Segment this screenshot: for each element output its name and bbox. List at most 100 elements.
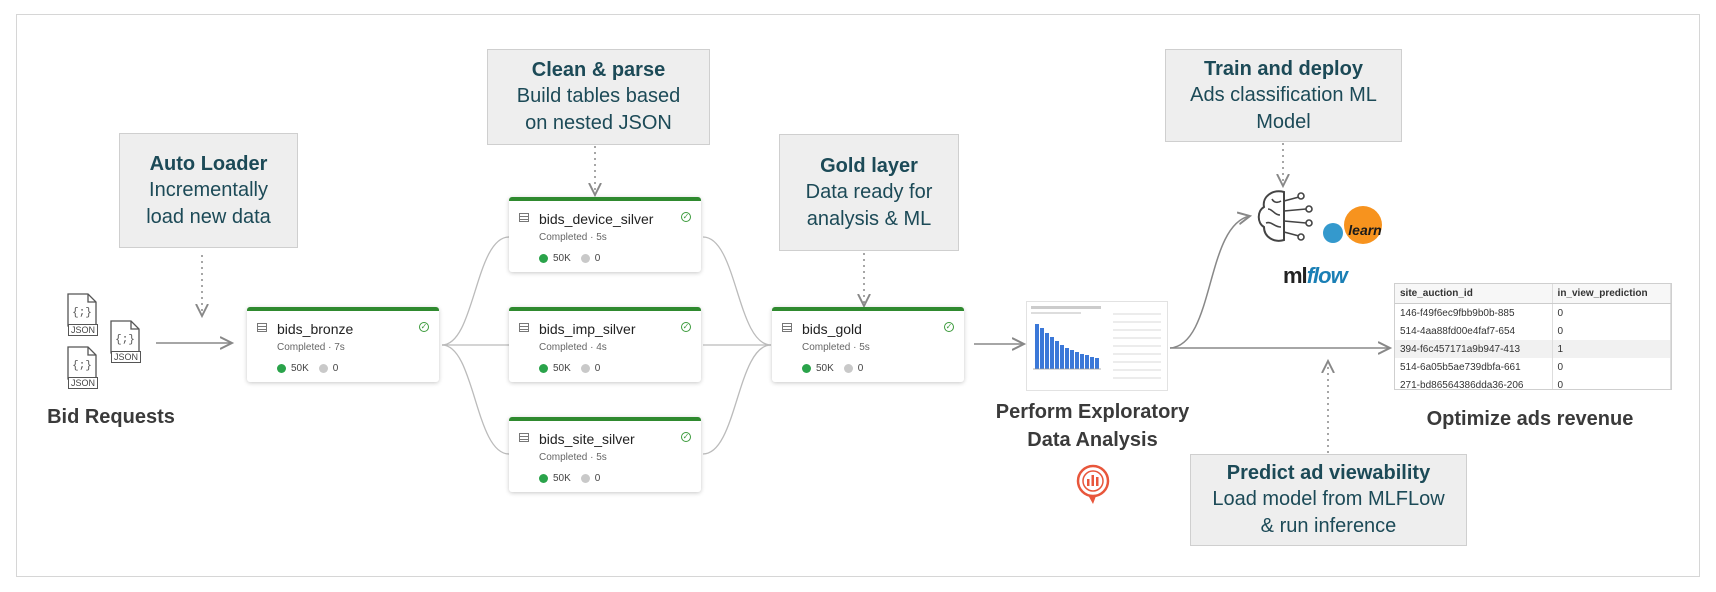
gold-layer-callout: Gold layer Data ready for analysis & ML xyxy=(779,134,959,251)
train-deploy-desc: Ads classification ML Model xyxy=(1190,83,1377,133)
fail-dot-icon xyxy=(318,364,328,373)
json-label: JSON xyxy=(68,377,98,389)
table-cell: 514-4aa88fd00e4faf7-654 xyxy=(1395,322,1553,340)
ok-count: 50K xyxy=(553,363,571,374)
autoloader-desc: Incrementally load new data xyxy=(146,178,271,228)
table-cell: 0 xyxy=(1552,303,1671,322)
success-dot-icon xyxy=(539,364,548,373)
table-row: 394-f6c457171a9b947-413 1 xyxy=(1395,340,1671,358)
fail-count: 0 xyxy=(332,363,339,374)
clean-parse-callout: Clean & parse Build tables based on nest… xyxy=(487,49,710,145)
node-name: bids_bronze xyxy=(277,321,354,337)
svg-text:{;}: {;} xyxy=(72,307,92,319)
fail-dot-icon xyxy=(580,364,590,373)
table-icon xyxy=(519,433,529,442)
node-bids-gold[interactable]: bids_gold ✓ Completed · 5s 50K 0 xyxy=(772,307,964,382)
check-icon: ✓ xyxy=(681,212,691,222)
table-icon xyxy=(782,323,792,332)
check-icon: ✓ xyxy=(681,432,691,442)
node-counts: 50K 0 xyxy=(539,473,600,484)
table-cell: 0 xyxy=(1552,358,1671,376)
eda-label: Perform Exploratory Data Analysis xyxy=(995,401,1190,451)
success-dot-icon xyxy=(539,254,548,263)
table-icon xyxy=(519,213,529,222)
fail-dot-icon xyxy=(580,474,590,483)
ok-count: 50K xyxy=(816,363,834,374)
redash-icon xyxy=(1074,464,1112,506)
fail-count: 0 xyxy=(594,363,601,374)
node-bids-bronze[interactable]: bids_bronze ✓ Completed · 7s 50K 0 xyxy=(247,307,439,382)
svg-text:{;}: {;} xyxy=(72,360,92,372)
fail-count: 0 xyxy=(594,253,601,264)
node-bids-imp-silver[interactable]: bids_imp_silver ✓ Completed · 4s 50K 0 xyxy=(509,307,701,382)
success-dot-icon xyxy=(277,364,286,373)
table-row: 514-6a05b5ae739dbfa-661 0 xyxy=(1395,358,1671,376)
table-row: 146-f49f6ec9fbb9b0b-885 0 xyxy=(1395,303,1671,322)
mlflow-ml: ml xyxy=(1283,263,1308,288)
fail-dot-icon xyxy=(843,364,853,373)
node-status: Completed · 5s xyxy=(539,452,607,463)
node-name: bids_gold xyxy=(802,321,862,337)
success-dot-icon xyxy=(802,364,811,373)
bronze-device-edge xyxy=(441,236,510,346)
node-bids-device-silver[interactable]: bids_device_silver ✓ Completed · 5s 50K 0 xyxy=(509,197,701,272)
node-status: Completed · 4s xyxy=(539,342,607,353)
ok-count: 50K xyxy=(291,363,309,374)
check-icon: ✓ xyxy=(681,322,691,332)
gold-layer-desc: Data ready for analysis & ML xyxy=(805,180,933,230)
column-header[interactable]: in_view_prediction xyxy=(1552,284,1671,304)
sklearn-text: learn xyxy=(1348,222,1381,238)
svg-text:{;}: {;} xyxy=(115,334,135,346)
train-deploy-callout: Train and deploy Ads classification ML M… xyxy=(1165,49,1402,142)
prediction-results-table[interactable]: site_auction_id in_view_prediction 146-f… xyxy=(1394,283,1672,390)
ok-count: 50K xyxy=(553,253,571,264)
sklearn-logo-icon: learn xyxy=(1321,205,1387,247)
node-bids-site-silver[interactable]: bids_site_silver ✓ Completed · 5s 50K 0 xyxy=(509,417,701,492)
autoloader-title: Auto Loader xyxy=(149,152,268,175)
check-icon: ✓ xyxy=(419,322,429,332)
check-icon: ✓ xyxy=(944,322,954,332)
json-file-icon: {;} JSON xyxy=(109,320,141,363)
node-status: Completed · 5s xyxy=(802,342,870,353)
json-label: JSON xyxy=(68,324,98,336)
node-counts: 50K 0 xyxy=(277,363,338,374)
json-file-icon: {;} JSON xyxy=(66,346,98,389)
table-row: 271-bd86564386dda36-206 0 xyxy=(1395,376,1671,389)
table-cell: 0 xyxy=(1552,376,1671,389)
table-cell: 394-f6c457171a9b947-413 xyxy=(1395,340,1553,358)
node-counts: 50K 0 xyxy=(539,363,600,374)
gold-layer-title: Gold layer xyxy=(820,154,918,177)
node-counts: 50K 0 xyxy=(802,363,863,374)
mlflow-flow: flow xyxy=(1306,263,1348,288)
table-icon xyxy=(257,323,267,332)
table-cell: 146-f49f6ec9fbb9b0b-885 xyxy=(1395,303,1553,322)
brain-icon xyxy=(1254,187,1320,247)
node-name: bids_imp_silver xyxy=(539,321,636,337)
autoloader-callout: Auto Loader Incrementally load new data xyxy=(119,133,298,248)
mlflow-logo-icon: mlflow xyxy=(1283,263,1348,289)
node-counts: 50K 0 xyxy=(539,253,600,264)
predict-title: Predict ad viewability xyxy=(1226,462,1431,484)
table-cell: 0 xyxy=(1552,322,1671,340)
train-deploy-title: Train and deploy xyxy=(1204,57,1363,80)
ok-count: 50K xyxy=(553,473,571,484)
clean-parse-title: Clean & parse xyxy=(531,59,666,81)
node-name: bids_device_silver xyxy=(539,211,654,227)
site-gold-edge xyxy=(702,344,772,455)
node-name: bids_site_silver xyxy=(539,431,635,447)
eda-train-edge xyxy=(1169,216,1250,349)
node-status: Completed · 7s xyxy=(277,342,345,353)
clean-parse-desc: Build tables based on nested JSON xyxy=(516,85,681,134)
table-row: 514-4aa88fd00e4faf7-654 0 xyxy=(1395,322,1671,340)
fail-dot-icon xyxy=(580,254,590,263)
fail-count: 0 xyxy=(594,473,601,484)
column-header[interactable]: site_auction_id xyxy=(1395,284,1553,304)
node-status: Completed · 5s xyxy=(539,232,607,243)
device-gold-edge xyxy=(702,236,772,346)
table-cell: 271-bd86564386dda36-206 xyxy=(1395,376,1553,389)
fail-count: 0 xyxy=(857,363,864,374)
table-cell: 514-6a05b5ae739dbfa-661 xyxy=(1395,358,1553,376)
json-file-icon: {;} JSON xyxy=(66,293,98,336)
predict-desc: Load model from MLFLow & run inference xyxy=(1212,488,1445,537)
predict-callout: Predict ad viewability Load model from M… xyxy=(1190,454,1467,546)
